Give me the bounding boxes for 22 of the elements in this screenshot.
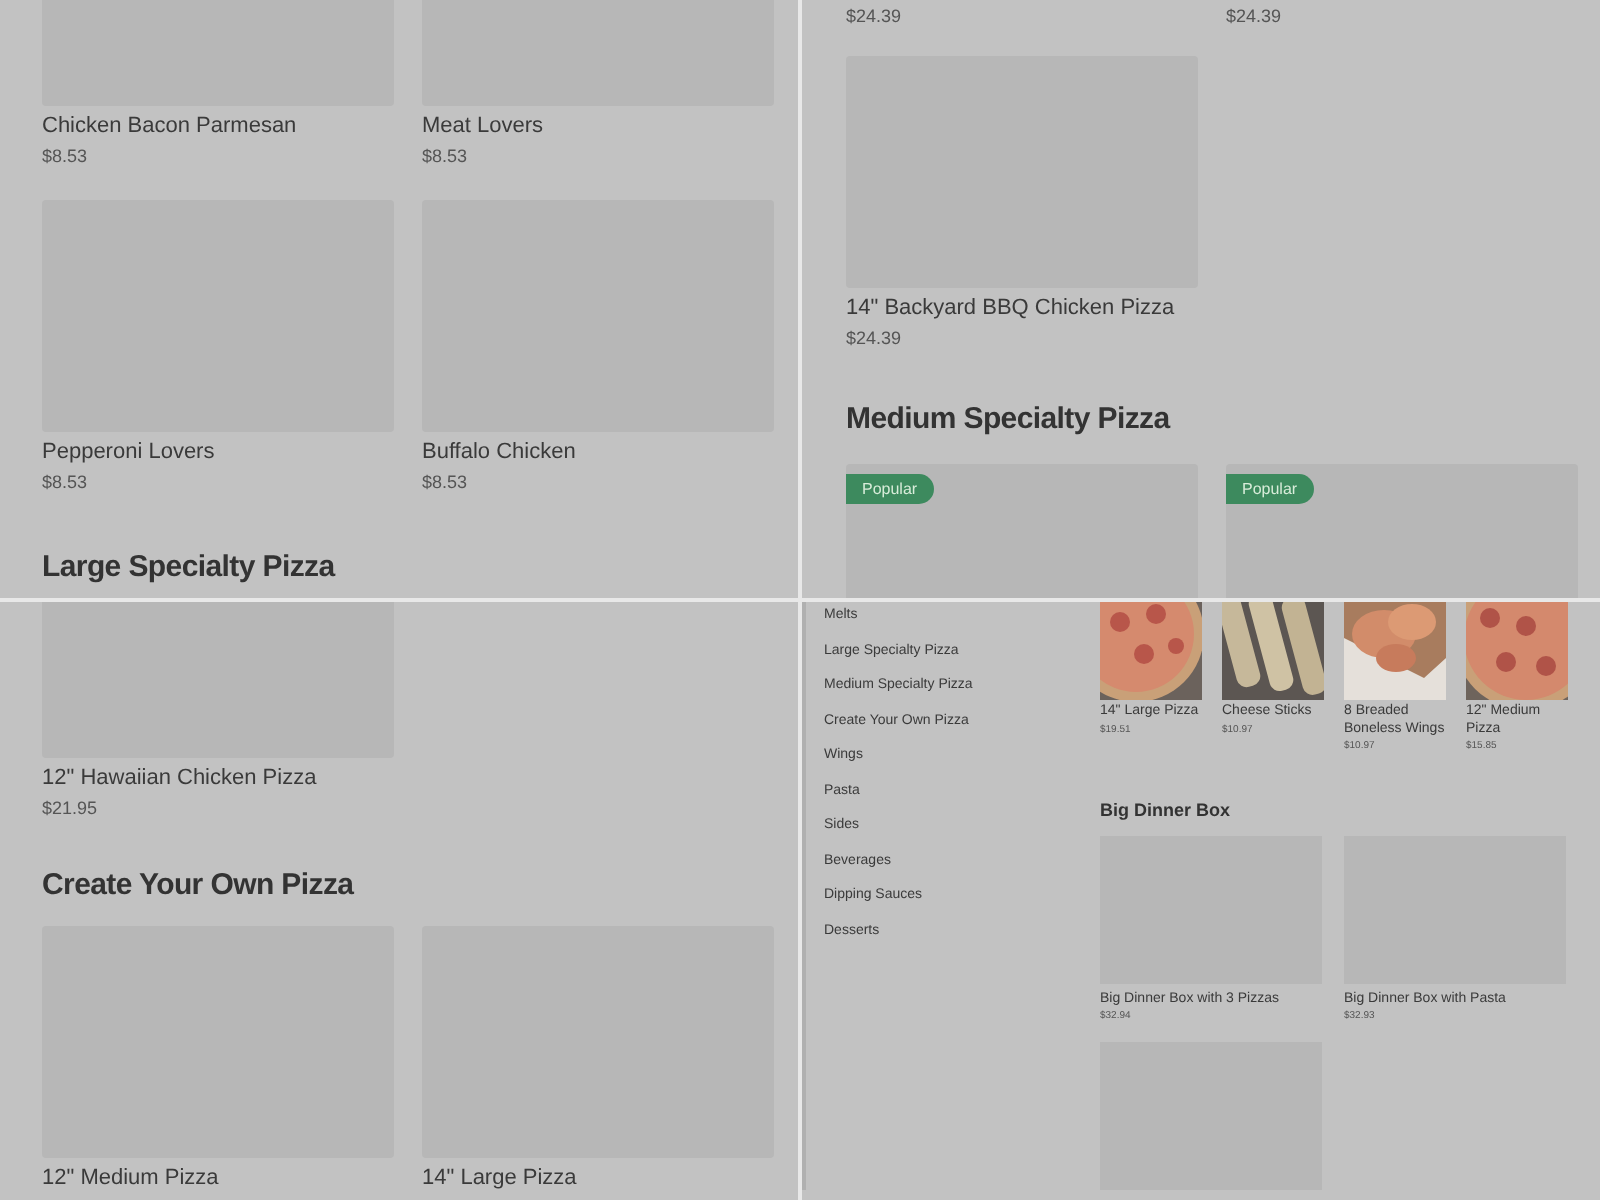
item-price: $8.53 — [42, 470, 90, 494]
item-name: 14" Backyard BBQ Chicken Pizza — [846, 294, 1177, 322]
item-name: Pepperoni Lovers — [42, 438, 217, 466]
item-name: 12" Hawaiian Chicken Pizza — [42, 764, 319, 792]
item-name: Buffalo Chicken — [422, 438, 578, 466]
section-heading: Large Specialty Pizza — [42, 548, 338, 588]
section-heading: Big Dinner Box — [1100, 798, 1233, 824]
item-price: $24.39 — [1226, 4, 1284, 28]
popular-badge: Popular — [1226, 473, 1314, 503]
item-price: $24.39 — [846, 326, 904, 350]
item-price: $8.53 — [422, 470, 470, 494]
item-price: $8.53 — [42, 144, 90, 168]
section-heading: Medium Specialty Pizza — [846, 400, 1173, 440]
item-name: 14" Large Pizza — [422, 1163, 579, 1191]
item-price: $8.53 — [422, 144, 470, 168]
item-name: 12" Medium Pizza — [42, 1163, 221, 1191]
section-heading: Create Your Own Pizza — [42, 866, 356, 906]
item-price: $24.39 — [846, 4, 904, 28]
item-price: $21.95 — [42, 796, 100, 820]
popular-badge: Popular — [846, 473, 934, 503]
item-name: Chicken Bacon Parmesan — [42, 112, 299, 140]
item-name: Meat Lovers — [422, 112, 546, 140]
